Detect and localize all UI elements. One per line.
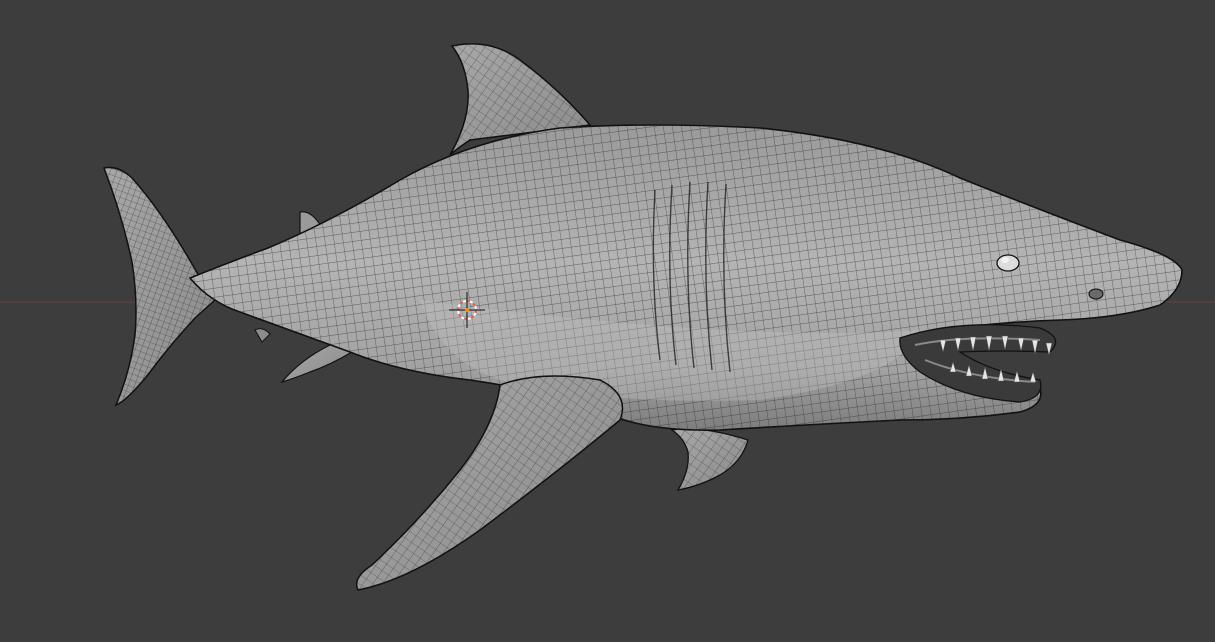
shark-eye-highlight bbox=[1001, 257, 1009, 263]
shark-nostril bbox=[1088, 288, 1104, 300]
shark-eye[interactable] bbox=[996, 254, 1020, 272]
pectoral-fin[interactable] bbox=[355, 375, 624, 591]
viewport-canvas[interactable] bbox=[0, 0, 1215, 642]
3d-viewport[interactable] bbox=[0, 0, 1215, 642]
shark-model[interactable] bbox=[102, 43, 1183, 591]
rear-ventral-fin[interactable] bbox=[670, 428, 749, 491]
